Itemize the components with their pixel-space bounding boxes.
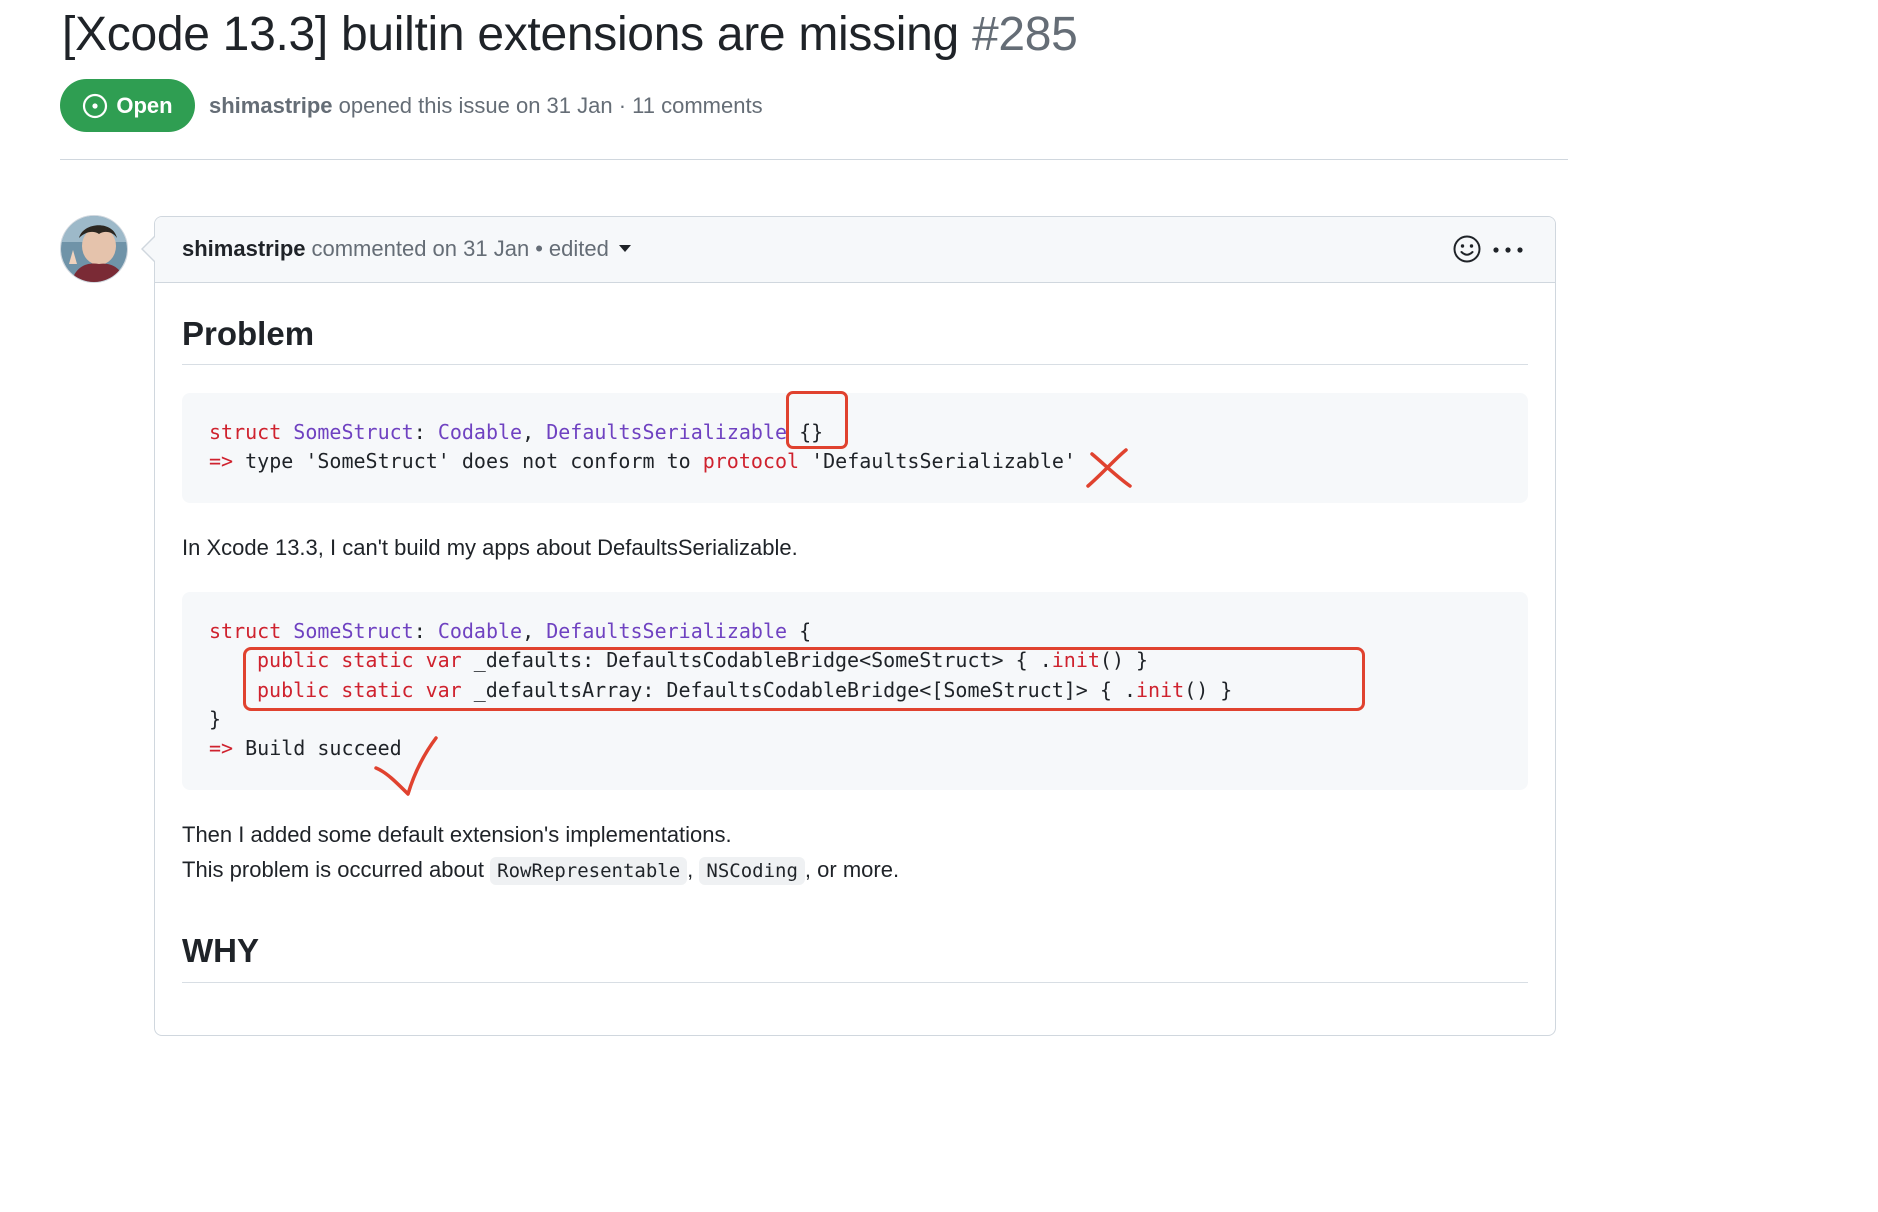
code-token: 'DefaultsSerializable'	[799, 449, 1076, 473]
code-token: =>	[209, 736, 234, 760]
avatar[interactable]	[60, 215, 128, 283]
code-token: =>	[209, 449, 234, 473]
comment-author-link[interactable]: shimastripe	[182, 233, 306, 265]
comment-timestamp[interactable]: commented on 31 Jan	[312, 233, 530, 265]
inline-code: NSCoding	[699, 857, 805, 885]
code-line: }	[209, 707, 222, 731]
code-token: Codable	[437, 420, 523, 444]
paragraph: This problem is occurred about RowRepres…	[182, 853, 899, 888]
code-token: :	[413, 420, 438, 444]
code-line: struct SomeStruct: Codable, DefaultsSeri…	[209, 418, 823, 447]
comment-author-line: shimastripe commented on 31 Jan • edited	[182, 233, 631, 265]
annotation-box	[243, 647, 1365, 711]
issue-state-label: Open	[116, 92, 173, 118]
issue-state-badge: Open	[60, 79, 195, 132]
check-mark-icon	[370, 734, 442, 805]
heading-problem: Problem	[182, 315, 315, 352]
code-token: protocol	[702, 449, 800, 473]
issue-opened-text: opened this issue on 31 Jan · 11 comment…	[338, 93, 763, 118]
comment-edited-dropdown[interactable]: edited	[549, 233, 631, 265]
code-token: struct	[209, 420, 282, 444]
code-token: SomeStruct	[293, 420, 414, 444]
code-token: {	[787, 619, 812, 643]
avatar-image	[61, 216, 127, 282]
comment-edited-label: edited	[548, 236, 609, 261]
triangle-down-icon	[618, 245, 631, 252]
issue-opened-icon	[83, 93, 108, 118]
paragraph: In Xcode 13.3, I can't build my apps abo…	[182, 535, 798, 560]
paragraph: Then I added some default extension's im…	[182, 822, 732, 847]
header-divider	[60, 159, 1568, 160]
issue-number: #285	[972, 8, 1078, 61]
comment-caret-fill	[143, 237, 155, 261]
smiley-icon[interactable]	[1452, 234, 1482, 269]
code-token: ,	[522, 619, 547, 643]
annotation-box	[786, 391, 848, 449]
comment-separator: •	[535, 236, 543, 261]
issue-meta: shimastripe opened this issue on 31 Jan …	[209, 90, 763, 122]
paragraph-text: This problem is occurred about	[182, 857, 491, 882]
issue-title: [Xcode 13.3] builtin extensions are miss…	[62, 4, 1078, 66]
code-token: type 'SomeStruct' does not conform to	[233, 449, 703, 473]
code-line: => type 'SomeStruct' does not conform to…	[209, 447, 1076, 476]
issue-author-link[interactable]: shimastripe	[209, 93, 333, 118]
heading-divider	[182, 364, 1528, 365]
paragraph-text: , or more.	[804, 857, 900, 882]
code-line: struct SomeStruct: Codable, DefaultsSeri…	[209, 617, 811, 646]
inline-code: RowRepresentable	[490, 857, 688, 885]
issue-title-text: [Xcode 13.3] builtin extensions are miss…	[62, 8, 959, 61]
code-token: DefaultsSerializable	[546, 420, 788, 444]
heading-divider	[182, 982, 1528, 983]
cross-mark-icon	[1082, 444, 1138, 497]
code-token: SomeStruct	[293, 619, 414, 643]
code-token: Codable	[437, 619, 523, 643]
code-token: :	[413, 619, 438, 643]
heading-why: WHY	[182, 932, 259, 969]
paragraph-text: ,	[687, 857, 700, 882]
kebab-horizontal-icon[interactable]	[1492, 238, 1524, 258]
code-token: struct	[209, 619, 282, 643]
code-token: DefaultsSerializable	[546, 619, 788, 643]
code-token: ,	[522, 420, 547, 444]
